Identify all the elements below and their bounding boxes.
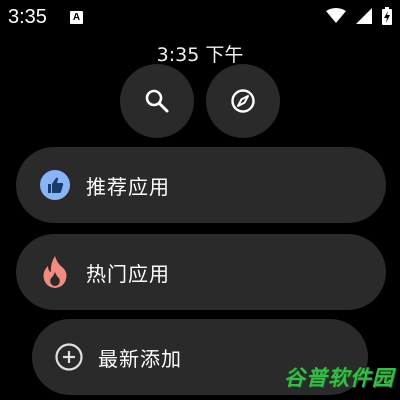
clock-time: 3:35 下午 xyxy=(156,44,244,66)
watermark: 谷普软件园 xyxy=(284,366,394,390)
wifi-icon xyxy=(326,8,346,23)
compass-button[interactable] xyxy=(206,64,280,138)
signal-icon xyxy=(356,8,372,24)
menu-item-label: 热门应用 xyxy=(86,261,170,286)
menu-item-label: 最新添加 xyxy=(98,346,182,371)
a-letter-icon: A xyxy=(70,11,83,24)
menu-item-popular[interactable]: 热门应用 xyxy=(16,234,386,310)
menu-item-recommended[interactable]: 推荐应用 xyxy=(16,147,386,223)
thumbs-up-icon xyxy=(40,170,70,200)
search-button[interactable] xyxy=(120,64,194,138)
status-icons xyxy=(326,7,392,25)
status-time: 3:35 xyxy=(8,6,47,28)
compass-icon xyxy=(231,89,255,113)
flame-icon xyxy=(43,256,67,288)
menu-item-label: 推荐应用 xyxy=(86,174,170,199)
search-icon xyxy=(145,89,169,113)
status-bar: 3:35 A xyxy=(0,0,400,36)
battery-charging-icon xyxy=(382,7,392,25)
plus-circle-icon xyxy=(55,343,83,371)
